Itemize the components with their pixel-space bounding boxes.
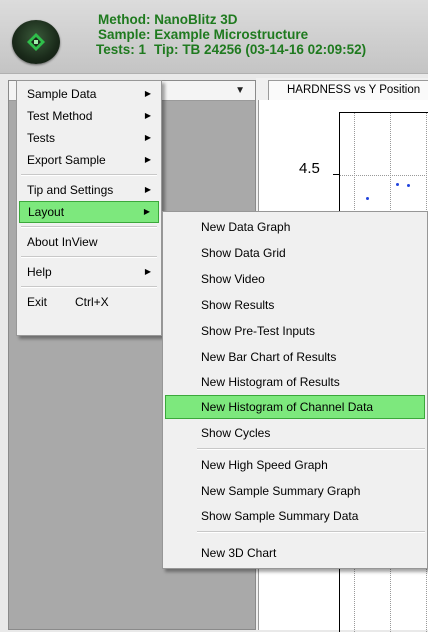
- tests-line: Tests: 1 Tip: TB 24256 (03-14-16 02:09:52…: [96, 42, 366, 57]
- chevron-down-icon[interactable]: ▼: [235, 85, 245, 96]
- method-value: NanoBlitz 3D: [154, 12, 238, 27]
- menu-item-label: Help: [27, 265, 52, 279]
- layout-submenu: New Data Graph Show Data Grid Show Video…: [162, 211, 428, 569]
- submenu-arrow-icon: ▶: [144, 89, 151, 98]
- menu-separator: [21, 256, 157, 258]
- submenu-item-new-bar-chart-of-results[interactable]: New Bar Chart of Results: [165, 345, 425, 369]
- submenu-arrow-icon: ▶: [144, 133, 151, 142]
- menu-item-label: Tip and Settings: [27, 183, 114, 197]
- menu-item-label: About InView: [27, 235, 98, 249]
- submenu-item-show-sample-summary-data[interactable]: Show Sample Summary Data: [165, 504, 425, 528]
- tip-value: TB 24256 (03-14-16 02:09:52): [182, 42, 367, 57]
- menu-separator: [197, 448, 425, 450]
- menu-item-shortcut: Ctrl+X: [75, 295, 109, 309]
- submenu-item-show-results[interactable]: Show Results: [165, 293, 425, 317]
- menu-item-help[interactable]: Help ▶: [19, 261, 159, 283]
- menu-item-export-sample[interactable]: Export Sample ▶: [19, 149, 159, 171]
- data-point: [407, 184, 410, 187]
- data-point: [396, 183, 399, 186]
- menu-item-tip-and-settings[interactable]: Tip and Settings ▶: [19, 179, 159, 201]
- tests-value: 1: [138, 42, 147, 57]
- menu-separator: [21, 174, 157, 176]
- submenu-arrow-icon: ▶: [144, 155, 151, 164]
- app-header: Method: NanoBlitz 3D Sample: Example Mic…: [0, 0, 428, 74]
- submenu-arrow-icon: ▶: [143, 207, 150, 216]
- submenu-item-new-histogram-of-results[interactable]: New Histogram of Results: [165, 370, 425, 394]
- y-tick-label: 4.5: [299, 160, 320, 177]
- menu-item-label: Exit: [27, 295, 48, 309]
- main-menu: Sample Data ▶ Test Method ▶ Tests ▶ Export …: [16, 80, 162, 336]
- submenu-item-new-data-graph[interactable]: New Data Graph: [165, 215, 425, 239]
- submenu-item-new-high-speed-graph[interactable]: New High Speed Graph: [165, 453, 425, 477]
- sample-label: Sample:: [98, 27, 151, 42]
- tip-label: Tip:: [154, 42, 179, 57]
- menu-item-sample-data[interactable]: Sample Data ▶: [19, 83, 159, 105]
- app-logo-icon: [12, 20, 60, 64]
- menu-item-exit[interactable]: Exit Ctrl+X: [19, 291, 159, 313]
- submenu-item-new-3d-chart[interactable]: New 3D Chart: [165, 541, 425, 565]
- method-label: Method:: [98, 12, 151, 27]
- method-line: Method: NanoBlitz 3D: [96, 12, 366, 27]
- sample-value: Example Microstructure: [154, 27, 309, 42]
- menu-item-test-method[interactable]: Test Method ▶: [19, 105, 159, 127]
- menu-separator: [197, 531, 425, 533]
- submenu-item-new-histogram-of-channel-data[interactable]: New Histogram of Channel Data: [165, 395, 425, 419]
- grid-line: [340, 175, 428, 176]
- tests-label: Tests:: [96, 42, 135, 57]
- submenu-item-show-video[interactable]: Show Video: [165, 267, 425, 291]
- menu-item-label: Tests: [27, 131, 56, 145]
- submenu-arrow-icon: ▶: [144, 111, 151, 120]
- menu-item-label: Test Method: [27, 109, 93, 123]
- data-point: [366, 197, 369, 200]
- menu-separator: [21, 226, 157, 228]
- submenu-item-show-pre-test-inputs[interactable]: Show Pre-Test Inputs: [165, 319, 425, 343]
- submenu-arrow-icon: ▶: [144, 185, 151, 194]
- menu-item-tests[interactable]: Tests ▶: [19, 127, 159, 149]
- submenu-arrow-icon: ▶: [144, 267, 151, 276]
- menu-item-label: Export Sample: [27, 153, 106, 167]
- menu-item-about-inview[interactable]: About InView: [19, 231, 159, 253]
- submenu-item-show-cycles[interactable]: Show Cycles: [165, 421, 425, 445]
- menu-separator: [21, 286, 157, 288]
- sample-line: Sample: Example Microstructure: [96, 27, 366, 42]
- header-info: Method: NanoBlitz 3D Sample: Example Mic…: [96, 12, 366, 57]
- submenu-item-new-sample-summary-graph[interactable]: New Sample Summary Graph: [165, 479, 425, 503]
- tab-hardness-vs-y-position[interactable]: HARDNESS vs Y Position: [268, 80, 428, 100]
- menu-item-label: Sample Data: [27, 87, 97, 101]
- submenu-item-show-data-grid[interactable]: Show Data Grid: [165, 241, 425, 265]
- menu-item-label: Layout: [28, 205, 65, 219]
- menu-item-layout[interactable]: Layout ▶: [19, 201, 159, 223]
